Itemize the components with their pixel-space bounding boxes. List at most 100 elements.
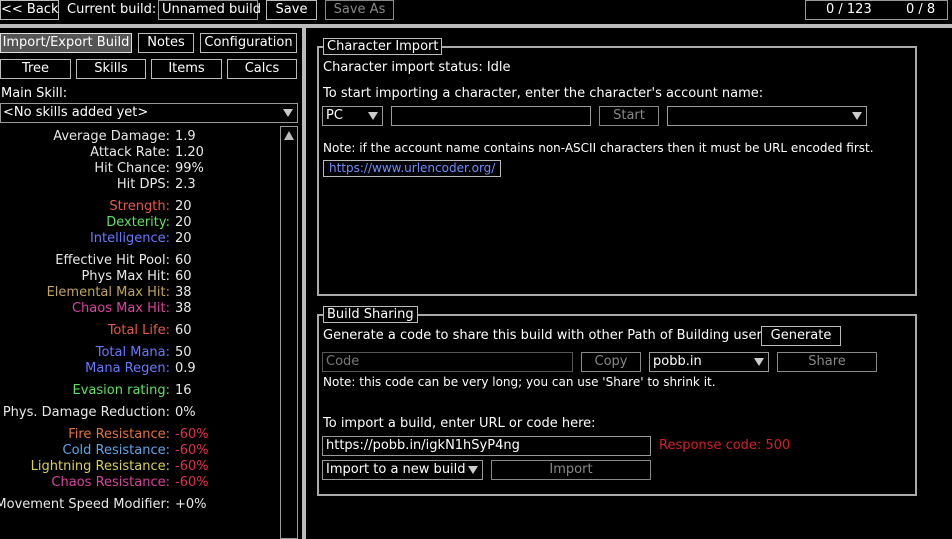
stat-value: 2.3 <box>175 177 196 192</box>
stat-row: Attack Rate: 1.20 <box>0 145 300 161</box>
stat-value: 38 <box>175 301 192 316</box>
import-mode-value: Import to a new build <box>326 462 466 477</box>
stat-row: Total Life: 60 <box>0 323 300 339</box>
account-name-input[interactable] <box>391 106 591 126</box>
stat-value: 99% <box>175 161 204 176</box>
stat-row: Total Mana: 50 <box>0 345 300 361</box>
stats-panel: Average Damage: 1.9 Attack Rate: 1.20 Hit Ch… <box>0 126 280 539</box>
stat-row: Cold Resistance: -60% <box>0 443 300 459</box>
stat-value: 0% <box>175 405 196 420</box>
points-counter: 0 / 123 0 / 8 <box>805 0 948 20</box>
current-build-label: Current build: <box>67 2 157 17</box>
realm-select[interactable]: PC <box>322 106 383 126</box>
stat-row: Mana Regen: 0.9 <box>0 361 300 377</box>
stat-value: +0% <box>175 497 207 512</box>
stat-value: 20 <box>175 199 192 214</box>
stat-value: -60% <box>175 459 209 474</box>
site-value: pobb.in <box>653 354 702 369</box>
import-prompt-text: To import a build, enter URL or code her… <box>323 416 596 431</box>
stat-row: Fire Resistance: -60% <box>0 427 300 443</box>
stat-label: Elemental Max Hit: <box>46 285 170 300</box>
sidebar-separator <box>302 28 306 539</box>
ascendancy-points: 0 / 8 <box>906 2 936 17</box>
stat-label: Chaos Resistance: <box>51 475 170 490</box>
top-separator <box>0 24 952 28</box>
stat-label: Movement Speed Modifier: <box>0 497 170 512</box>
save-as-button[interactable]: Save As <box>325 0 394 20</box>
stat-row: Dexterity: 20 <box>0 215 300 231</box>
back-button[interactable]: << Back <box>0 0 59 20</box>
stat-row: Chaos Max Hit: 38 <box>0 301 300 317</box>
stat-label: Phys Max Hit: <box>81 269 170 284</box>
league-select[interactable] <box>667 106 867 126</box>
main-skill-select[interactable]: <No skills added yet> <box>0 103 298 123</box>
import-status-text: Character import status: Idle <box>323 60 511 75</box>
stat-label: Total Mana: <box>95 345 170 360</box>
response-code-text: Response code: 500 <box>659 438 791 453</box>
stat-value: 60 <box>175 323 192 338</box>
main-skill-value: <No skills added yet> <box>3 105 149 120</box>
stat-row: Hit DPS: 2.3 <box>0 177 300 193</box>
stats-scrollbar[interactable] <box>280 126 298 539</box>
urlencoder-link[interactable]: https://www.urlencoder.org/ <box>323 160 502 177</box>
stat-label: Hit Chance: <box>94 161 170 176</box>
import-note-text: Note: if the account name contains non-A… <box>323 141 874 155</box>
stat-value: 60 <box>175 269 192 284</box>
stat-value: 20 <box>175 231 192 246</box>
stat-value: -60% <box>175 475 209 490</box>
stat-label: Total Life: <box>107 323 170 338</box>
stat-value: 20 <box>175 215 192 230</box>
stat-value: 1.20 <box>175 145 204 160</box>
stat-label: Lightning Resistance: <box>30 459 170 474</box>
character-import-title: Character Import <box>323 38 443 55</box>
build-name-field[interactable]: Unnamed build <box>158 0 261 20</box>
chevron-down-icon <box>368 112 378 120</box>
stat-row: Phys Max Hit: 60 <box>0 269 300 285</box>
stat-label: Attack Rate: <box>90 145 170 160</box>
stat-value: -60% <box>175 427 209 442</box>
import-code-input[interactable]: https://pobb.in/igkN1hSyP4ng <box>322 436 651 456</box>
stat-row: Hit Chance: 99% <box>0 161 300 177</box>
import-mode-select[interactable]: Import to a new build <box>322 460 483 480</box>
tab-calcs[interactable]: Calcs <box>227 59 297 79</box>
tab-tree[interactable]: Tree <box>0 59 71 79</box>
generate-text: Generate a code to share this build with… <box>323 328 773 343</box>
stats-list: Average Damage: 1.9 Attack Rate: 1.20 Hit Ch… <box>0 126 280 539</box>
start-button[interactable]: Start <box>599 106 659 126</box>
stat-label: Mana Regen: <box>85 361 170 376</box>
passive-points: 0 / 123 <box>826 2 872 17</box>
sharing-note-text: Note: this code can be very long; you ca… <box>323 375 716 389</box>
stat-label: Chaos Max Hit: <box>71 301 170 316</box>
build-sharing-title: Build Sharing <box>323 306 418 323</box>
generate-button[interactable]: Generate <box>761 326 841 346</box>
stat-value: 60 <box>175 253 192 268</box>
copy-button[interactable]: Copy <box>581 352 641 372</box>
import-instruction-text: To start importing a character, enter th… <box>323 86 764 101</box>
stat-row: Average Damage: 1.9 <box>0 129 300 145</box>
tab-import-export[interactable]: Import/Export Build <box>0 33 132 53</box>
stat-row: Intelligence: 20 <box>0 231 300 247</box>
stat-row: Lightning Resistance: -60% <box>0 459 300 475</box>
stat-value: 38 <box>175 285 192 300</box>
stat-value: 16 <box>175 383 192 398</box>
tab-configuration[interactable]: Configuration <box>200 33 297 53</box>
stat-value: 50 <box>175 345 192 360</box>
stat-row: Movement Speed Modifier: +0% <box>0 497 300 513</box>
stat-value: -60% <box>175 443 209 458</box>
stat-row: Elemental Max Hit: 38 <box>0 285 300 301</box>
stat-label: Strength: <box>109 199 170 214</box>
share-button[interactable]: Share <box>777 352 877 372</box>
site-select[interactable]: pobb.in <box>649 352 769 372</box>
tab-items[interactable]: Items <box>151 59 222 79</box>
save-button[interactable]: Save <box>266 0 317 20</box>
stat-row: Evasion rating: 16 <box>0 383 300 399</box>
tab-notes[interactable]: Notes <box>138 33 194 53</box>
stat-value: 1.9 <box>175 129 196 144</box>
realm-value: PC <box>326 108 343 123</box>
scroll-up-arrow-icon[interactable] <box>284 131 294 140</box>
stat-label: Fire Resistance: <box>68 427 170 442</box>
tab-skills[interactable]: Skills <box>76 59 146 79</box>
chevron-down-icon <box>468 466 478 474</box>
import-button[interactable]: Import <box>491 460 651 480</box>
code-input[interactable]: Code <box>322 352 573 372</box>
